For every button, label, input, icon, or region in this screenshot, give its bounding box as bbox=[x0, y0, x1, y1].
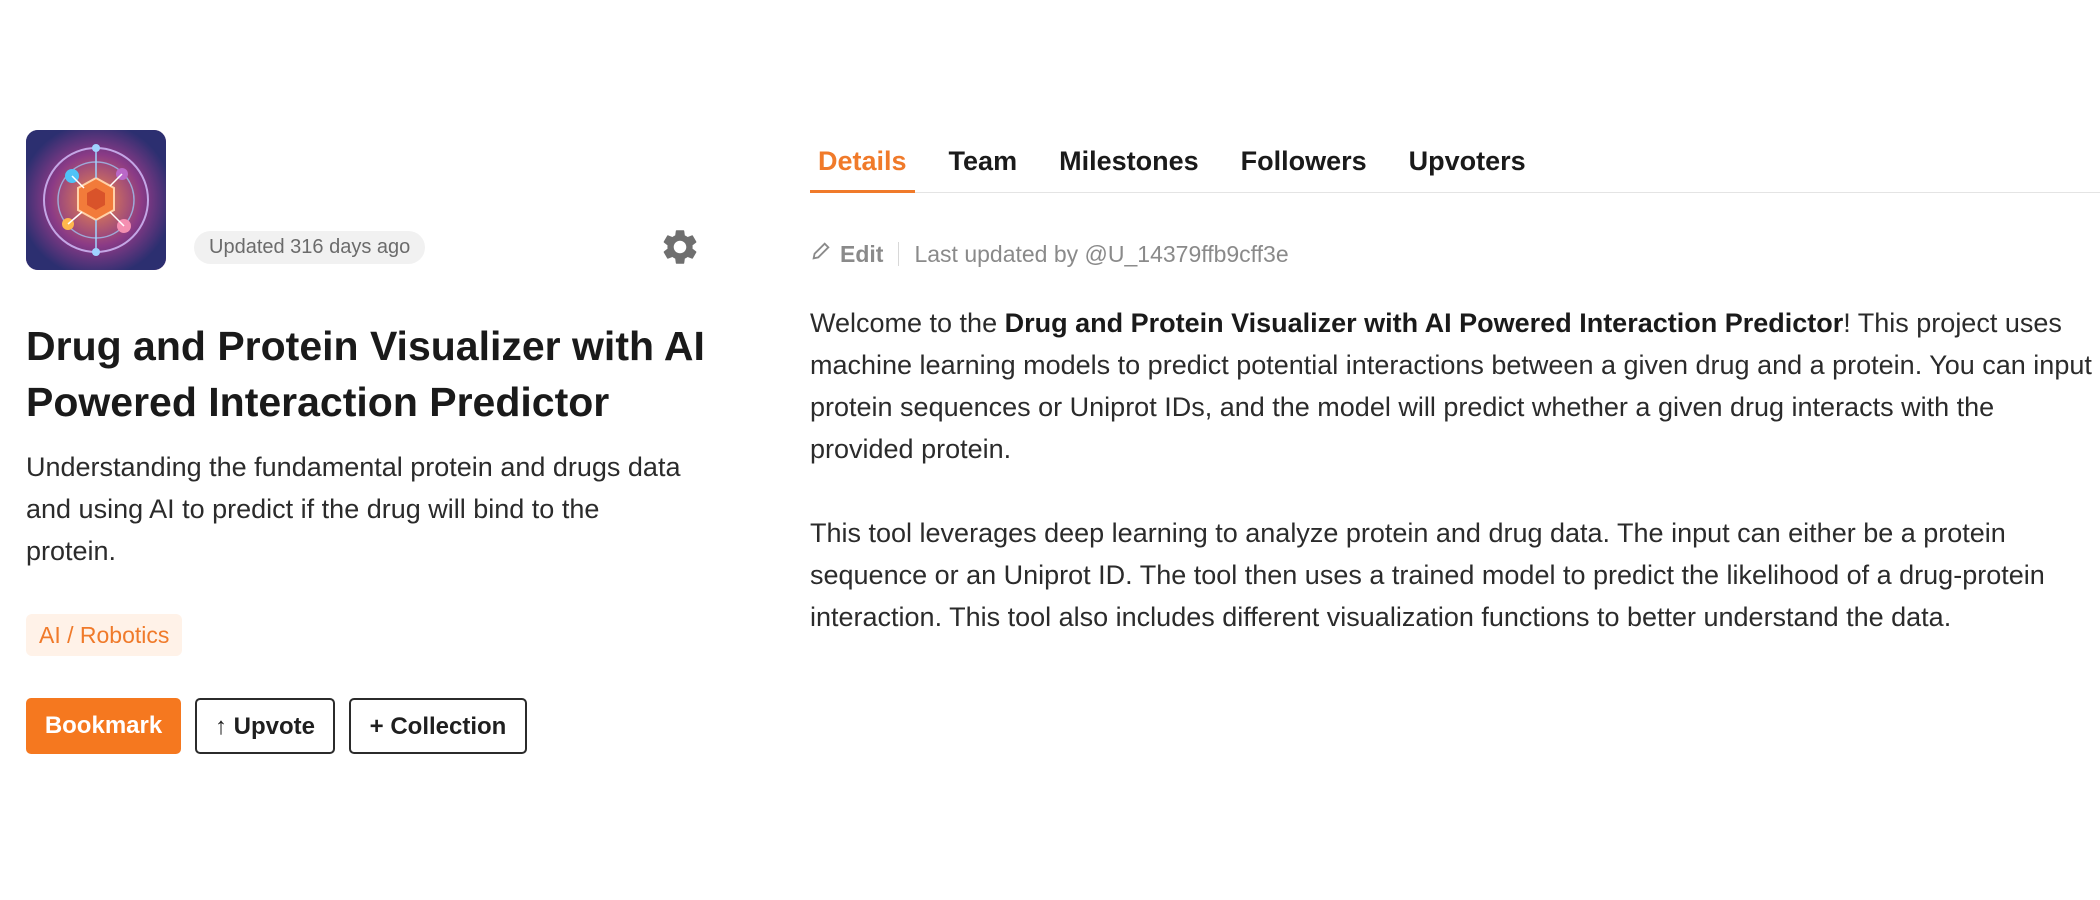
tab-followers[interactable]: Followers bbox=[1233, 140, 1375, 185]
category-tag[interactable]: AI / Robotics bbox=[26, 614, 183, 656]
project-subtitle: Understanding the fundamental protein an… bbox=[26, 452, 681, 566]
tab-milestones[interactable]: Milestones bbox=[1051, 140, 1207, 185]
divider bbox=[898, 242, 900, 266]
project-sidebar: Updated 316 days ago Drug and Protein Vi… bbox=[26, 130, 716, 754]
upvote-button[interactable]: ↑ Upvote bbox=[195, 698, 335, 754]
updated-badge: Updated 316 days ago bbox=[194, 231, 426, 264]
project-actions: Bookmark ↑ Upvote + Collection bbox=[26, 698, 716, 754]
tab-upvoters[interactable]: Upvoters bbox=[1401, 140, 1534, 185]
para1-prefix: Welcome to the bbox=[810, 308, 1005, 338]
para1-bold: Drug and Protein Visualizer with AI Powe… bbox=[1004, 308, 1844, 338]
project-page: Updated 316 days ago Drug and Protein Vi… bbox=[0, 0, 2100, 900]
tab-team[interactable]: Team bbox=[941, 140, 1026, 185]
project-details-panel: Details Team Milestones Followers Upvote… bbox=[810, 140, 2100, 680]
edit-label: Edit bbox=[840, 240, 884, 267]
project-header-row: Updated 316 days ago bbox=[26, 130, 716, 272]
edit-button[interactable]: Edit bbox=[810, 240, 883, 268]
tab-bar: Details Team Milestones Followers Upvote… bbox=[810, 140, 2100, 193]
description-paragraph: Welcome to the Drug and Protein Visualiz… bbox=[810, 302, 2100, 470]
bookmark-button[interactable]: Bookmark bbox=[26, 698, 181, 754]
description-paragraph: This tool leverages deep learning to ana… bbox=[810, 518, 2045, 632]
pencil-icon bbox=[810, 240, 832, 268]
edit-row: Edit Last updated by @U_14379ffb9cff3e bbox=[810, 239, 2100, 269]
gear-icon[interactable] bbox=[659, 226, 701, 268]
last-updated-text: Last updated by @U_14379ffb9cff3e bbox=[914, 240, 1289, 267]
tab-details[interactable]: Details bbox=[810, 140, 915, 193]
project-title: Drug and Protein Visualizer with AI Powe… bbox=[26, 323, 705, 425]
project-logo bbox=[26, 130, 166, 270]
add-collection-button[interactable]: + Collection bbox=[349, 698, 527, 754]
project-description: Welcome to the Drug and Protein Visualiz… bbox=[810, 302, 2100, 638]
